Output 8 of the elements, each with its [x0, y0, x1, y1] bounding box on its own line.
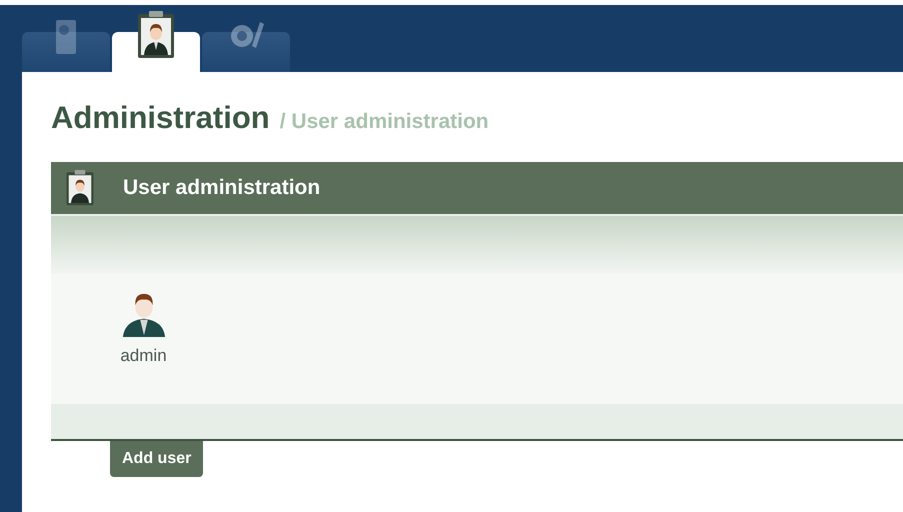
page-title: Administration [51, 100, 270, 136]
clipboard-person-icon [136, 10, 176, 60]
breadcrumb: / User administration [280, 110, 489, 134]
user-name[interactable]: admin [120, 346, 167, 366]
add-user-button[interactable]: Add user [110, 441, 204, 477]
clipboard-person-icon [65, 169, 95, 207]
panel-title: User administration [123, 176, 320, 200]
tab[interactable] [112, 10, 200, 72]
